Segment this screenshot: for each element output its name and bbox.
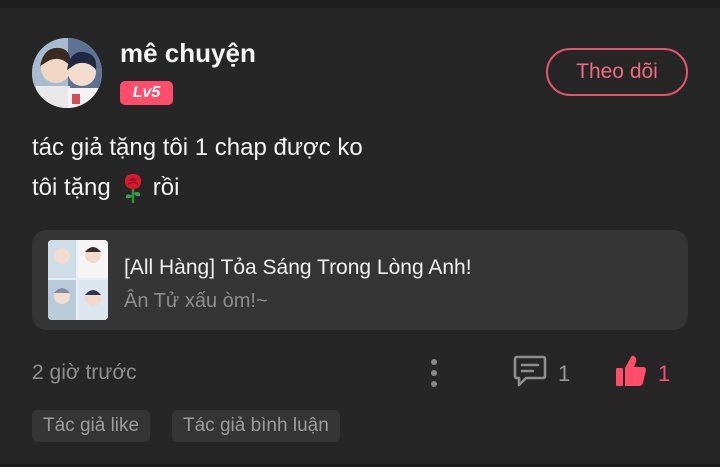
follow-button[interactable]: Theo dõi <box>546 48 688 96</box>
comment-text-line-2: tôi tặng rồi <box>32 172 179 204</box>
username[interactable]: mê chuyện <box>120 38 256 69</box>
more-options-icon[interactable] <box>422 356 446 390</box>
tag-author-liked: Tác giả like <box>32 410 151 442</box>
book-cover <box>48 240 108 320</box>
reply-count: 1 <box>558 361 571 386</box>
comment-text-before-icon: tôi tặng <box>32 174 111 201</box>
linked-book-card[interactable]: [All Hàng] Tỏa Sáng Trong Lòng Anh! Ân T… <box>32 230 688 330</box>
timestamp: 2 giờ trước <box>32 361 137 384</box>
comment-icon[interactable] <box>512 354 548 388</box>
tag-author-commented: Tác giả bình luận <box>172 410 340 442</box>
book-author: Ân Tử xấu òm!~ <box>124 290 268 312</box>
top-divider <box>0 0 720 8</box>
book-title: [All Hàng] Tỏa Sáng Trong Lòng Anh! <box>124 256 472 279</box>
avatar[interactable] <box>32 38 102 108</box>
rose-icon <box>121 172 145 204</box>
like-count: 1 <box>658 361 671 386</box>
comment-text-line-1: tác giả tặng tôi 1 chap được ko <box>32 134 363 161</box>
comment-text-after-icon: rồi <box>152 174 180 201</box>
thumbs-up-icon[interactable] <box>614 354 648 388</box>
level-badge: Lv5 <box>120 81 173 105</box>
